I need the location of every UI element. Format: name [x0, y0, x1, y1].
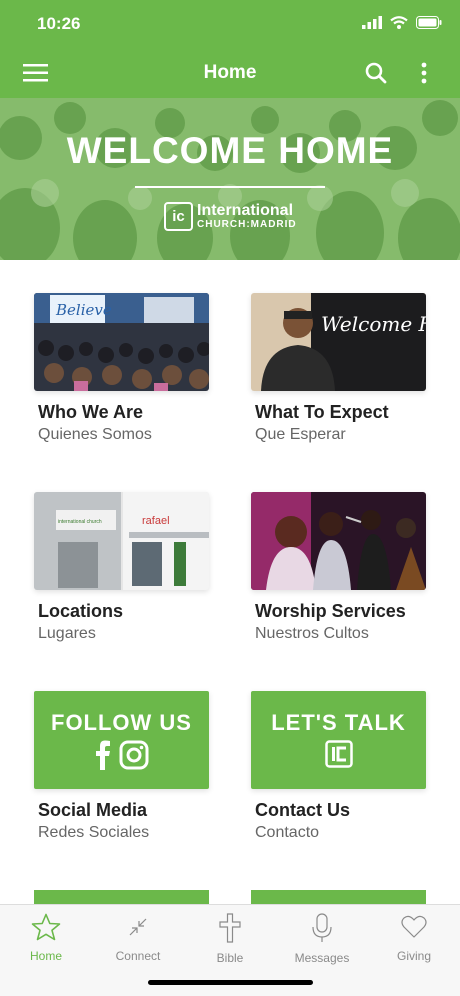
more-vertical-icon: [421, 62, 427, 84]
believe-banner-text: Believe: [55, 301, 112, 319]
home-indicator[interactable]: [148, 980, 313, 985]
signal-icon: [362, 16, 382, 29]
welcome-home-sign-text: Welcome Home: [321, 312, 426, 336]
tab-label: Messages: [294, 951, 350, 965]
card-contact-us[interactable]: LET'S TALK Contact Us Contacto: [251, 691, 426, 842]
card-subtitle: Quienes Somos: [38, 426, 152, 443]
tab-messages[interactable]: Messages: [276, 913, 368, 965]
tab-label: Giving: [396, 949, 431, 963]
church-logo-icon: ic: [164, 202, 193, 231]
wifi-icon: [390, 16, 408, 29]
tab-label: Bible: [216, 951, 244, 965]
tab-giving[interactable]: Giving: [368, 913, 460, 963]
hero-headline: WELCOME HOME: [66, 130, 394, 171]
card-what-to-expect[interactable]: Welcome Home What To Expect Que Esperar: [251, 293, 426, 444]
compress-arrows-icon: [129, 918, 147, 936]
instagram-icon: [119, 740, 148, 770]
heart-icon: [401, 915, 427, 938]
tab-bible[interactable]: Bible: [184, 913, 276, 965]
status-icons: [362, 16, 442, 29]
facebook-icon: [95, 740, 110, 770]
microphone-icon: [312, 913, 332, 942]
card-subtitle: Redes Sociales: [38, 824, 150, 841]
card-subtitle: Nuestros Cultos: [255, 625, 369, 642]
hero-banner: WELCOME HOME ic International CHURCH:MAD…: [0, 98, 460, 260]
card-worship-services[interactable]: Worship Services Nuestros Cultos: [251, 492, 426, 643]
who-we-are-image: Believe: [34, 293, 209, 391]
status-bar: 10:26: [0, 0, 460, 48]
search-button[interactable]: [364, 61, 388, 85]
card-who-we-are[interactable]: Believe Who We Are Quienes Somos: [34, 293, 209, 444]
card-title: Worship Services: [255, 601, 406, 621]
card-locations[interactable]: international church rafael Locations Lu…: [34, 492, 209, 643]
card-subtitle: Que Esperar: [255, 426, 346, 443]
card-title: Who We Are: [38, 402, 144, 422]
card-subtitle: Lugares: [38, 625, 96, 642]
page-title: Home: [203, 62, 257, 83]
what-to-expect-image: Welcome Home: [251, 293, 426, 391]
battery-icon: [416, 16, 442, 29]
logo-text-church-madrid: CHURCH:MADRID: [197, 218, 297, 230]
hero-crowd-image: [0, 98, 460, 260]
star-icon: [31, 913, 61, 941]
status-time: 10:26: [37, 14, 81, 33]
card-title: Social Media: [38, 800, 148, 820]
more-options-button[interactable]: [416, 61, 432, 85]
cross-icon: [219, 913, 241, 943]
church-sign-text: international church: [58, 519, 102, 525]
lets-talk-text: LET'S TALK: [271, 710, 406, 735]
card-title: Contact Us: [255, 800, 351, 820]
tab-label: Home: [29, 949, 62, 963]
logo-text-international: International: [197, 201, 294, 219]
app-bar: Home: [0, 48, 460, 98]
tab-connect[interactable]: Connect: [92, 913, 184, 963]
tab-label: Connect: [115, 949, 161, 963]
locations-image: international church rafael: [34, 492, 209, 590]
hero-divider: [135, 186, 325, 188]
church-logo-icon: [324, 740, 353, 768]
follow-us-tile: FOLLOW US: [34, 691, 209, 789]
search-icon: [365, 62, 387, 84]
rafael-sign-text: rafael: [142, 515, 170, 527]
church-logo: ic International CHURCH:MADRID: [164, 202, 297, 231]
card-subtitle: Contacto: [255, 824, 320, 841]
follow-us-text: FOLLOW US: [51, 710, 192, 735]
next-card-peek-left[interactable]: [34, 890, 209, 904]
card-social-media[interactable]: FOLLOW US Social Media Redes Sociales: [34, 691, 209, 842]
card-title: Locations: [38, 601, 124, 621]
next-card-peek-right[interactable]: [251, 890, 426, 904]
tab-home[interactable]: Home: [0, 913, 92, 963]
card-title: What To Expect: [255, 402, 389, 422]
worship-services-image: [251, 492, 426, 590]
lets-talk-tile: LET'S TALK: [251, 691, 426, 789]
